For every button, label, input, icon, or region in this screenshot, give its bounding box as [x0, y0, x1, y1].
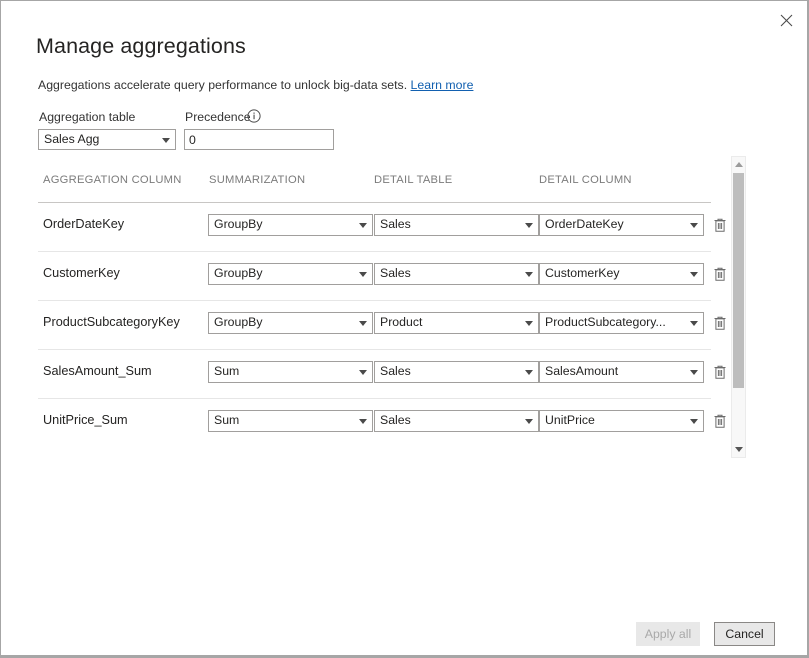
summarization-value: GroupBy [214, 215, 352, 234]
detail-table-value: Sales [380, 411, 518, 430]
chevron-down-icon [525, 321, 533, 326]
page-title: Manage aggregations [36, 34, 246, 59]
chevron-down-icon [359, 321, 367, 326]
aggregation-column-name: SalesAmount_Sum [43, 364, 152, 378]
trash-icon[interactable] [709, 361, 731, 383]
summarization-value: Sum [214, 411, 352, 430]
detail-table-select[interactable]: Sales [374, 361, 539, 383]
chevron-down-icon [525, 223, 533, 228]
summarization-select[interactable]: GroupBy [208, 263, 373, 285]
table-row: ProductSubcategoryKey GroupBy Product Pr… [38, 301, 730, 350]
detail-table-value: Sales [380, 215, 518, 234]
aggregations-table: AGGREGATION COLUMN SUMMARIZATION DETAIL … [38, 161, 730, 461]
summarization-select[interactable]: Sum [208, 410, 373, 432]
chevron-down-icon [690, 321, 698, 326]
precedence-label: Precedence [185, 110, 251, 124]
chevron-down-icon [359, 272, 367, 277]
chevron-down-icon[interactable] [732, 442, 745, 457]
summarization-select[interactable]: GroupBy [208, 214, 373, 236]
chevron-down-icon [162, 138, 170, 143]
detail-column-select[interactable]: OrderDateKey [539, 214, 704, 236]
column-header-detail-column: DETAIL COLUMN [539, 174, 632, 186]
cancel-button[interactable]: Cancel [714, 622, 775, 646]
detail-table-select[interactable]: Sales [374, 263, 539, 285]
chevron-down-icon [525, 272, 533, 277]
detail-table-value: Product [380, 313, 518, 332]
aggregation-table-value: Sales Agg [44, 130, 155, 149]
table-scrollbar[interactable] [731, 156, 746, 458]
aggregation-column-name: UnitPrice_Sum [43, 413, 128, 427]
summarization-value: GroupBy [214, 264, 352, 283]
trash-icon[interactable] [709, 263, 731, 285]
chevron-up-icon[interactable] [732, 157, 745, 172]
summarization-select[interactable]: GroupBy [208, 312, 373, 334]
detail-column-value: OrderDateKey [545, 215, 683, 234]
detail-table-value: Sales [380, 362, 518, 381]
detail-column-select[interactable]: CustomerKey [539, 263, 704, 285]
detail-column-value: UnitPrice [545, 411, 683, 430]
detail-column-value: ProductSubcategory... [545, 313, 683, 332]
dialog-footer: Apply all Cancel [1, 622, 807, 648]
trash-icon[interactable] [709, 410, 731, 432]
chevron-down-icon [525, 419, 533, 424]
chevron-down-icon [690, 223, 698, 228]
info-circle-icon[interactable] [247, 109, 261, 123]
table-row: CustomerKey GroupBy Sales CustomerKey [38, 252, 730, 301]
detail-column-value: SalesAmount [545, 362, 683, 381]
summarization-value: Sum [214, 362, 352, 381]
column-header-detail-table: DETAIL TABLE [374, 174, 452, 186]
learn-more-link[interactable]: Learn more [411, 78, 474, 92]
precedence-input[interactable] [184, 129, 334, 150]
chevron-down-icon [690, 272, 698, 277]
column-header-aggregation-column: AGGREGATION COLUMN [43, 174, 182, 186]
manage-aggregations-dialog: Manage aggregations Aggregations acceler… [0, 0, 809, 658]
aggregation-column-name: CustomerKey [43, 266, 120, 280]
aggregation-column-name: ProductSubcategoryKey [43, 315, 180, 329]
table-row: SalesAmount_Sum Sum Sales SalesAmount [38, 350, 730, 399]
detail-table-select[interactable]: Sales [374, 410, 539, 432]
chevron-down-icon [690, 370, 698, 375]
table-rows: OrderDateKey GroupBy Sales OrderDateKey [38, 203, 730, 448]
table-row: OrderDateKey GroupBy Sales OrderDateKey [38, 203, 730, 252]
trash-icon[interactable] [709, 214, 731, 236]
table-column-headers: AGGREGATION COLUMN SUMMARIZATION DETAIL … [38, 174, 730, 202]
detail-table-select[interactable]: Product [374, 312, 539, 334]
scrollbar-thumb[interactable] [733, 173, 744, 388]
table-row: UnitPrice_Sum Sum Sales UnitPrice [38, 399, 730, 448]
chevron-down-icon [690, 419, 698, 424]
column-header-summarization: SUMMARIZATION [209, 174, 305, 186]
trash-icon[interactable] [709, 312, 731, 334]
detail-column-select[interactable]: SalesAmount [539, 361, 704, 383]
aggregation-table-select[interactable]: Sales Agg [38, 129, 176, 150]
chevron-down-icon [359, 223, 367, 228]
intro-text: Aggregations accelerate query performanc… [38, 78, 473, 92]
apply-all-button[interactable]: Apply all [636, 622, 700, 646]
aggregation-column-name: OrderDateKey [43, 217, 124, 231]
close-icon[interactable] [769, 5, 803, 35]
summarization-value: GroupBy [214, 313, 352, 332]
detail-table-select[interactable]: Sales [374, 214, 539, 236]
chevron-down-icon [525, 370, 533, 375]
summarization-select[interactable]: Sum [208, 361, 373, 383]
detail-column-value: CustomerKey [545, 264, 683, 283]
detail-column-select[interactable]: UnitPrice [539, 410, 704, 432]
chevron-down-icon [359, 419, 367, 424]
detail-table-value: Sales [380, 264, 518, 283]
chevron-down-icon [359, 370, 367, 375]
aggregation-table-label: Aggregation table [39, 110, 135, 124]
intro-description: Aggregations accelerate query performanc… [38, 78, 407, 92]
detail-column-select[interactable]: ProductSubcategory... [539, 312, 704, 334]
